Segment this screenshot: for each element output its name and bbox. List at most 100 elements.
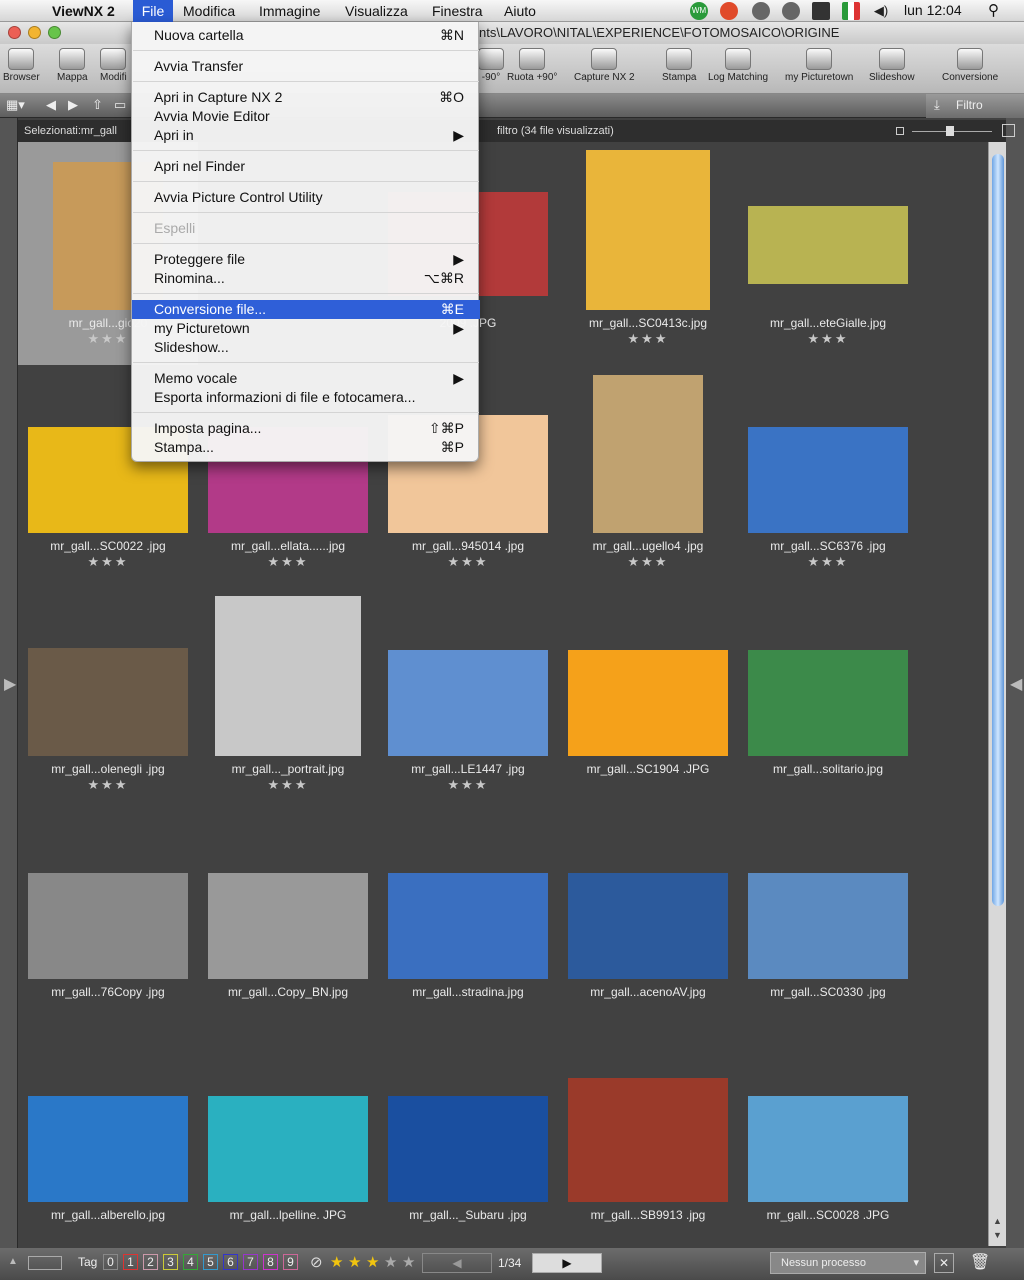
vertical-scrollbar[interactable]: ▲ ▼ <box>988 142 1006 1246</box>
next-page-button[interactable]: ▶ <box>532 1253 602 1273</box>
menu-item-2[interactable]: Apri in Capture NX 2 ⌘O <box>132 88 480 107</box>
thumbnail-image[interactable] <box>748 206 908 284</box>
folder-icon[interactable]: ▭ <box>114 97 126 113</box>
zoom-icon[interactable] <box>48 26 61 39</box>
menu-item-11[interactable]: my Picturetown ▶ <box>132 319 480 338</box>
rating-star-3-icon[interactable]: ★ <box>366 1253 379 1271</box>
rating-stars[interactable]: ★★★ <box>198 554 378 570</box>
toolbar-button-6[interactable]: Stampa <box>662 48 696 83</box>
thumbnail-cell[interactable]: mr_gall..._portrait.jpg ★★★ <box>198 588 378 811</box>
thumbnail-cell[interactable]: mr_gall...ugello4 .jpg ★★★ <box>558 365 738 588</box>
tag-9[interactable]: 9 <box>283 1254 298 1270</box>
toolbar-button-9[interactable]: Slideshow <box>869 48 915 83</box>
filter-label[interactable]: Filtro <box>956 98 983 112</box>
menu-item-9[interactable]: Rinomina... ⌥⌘R <box>132 269 480 288</box>
display-icon[interactable] <box>812 2 830 20</box>
menu-visualizza[interactable]: Visualizza <box>345 2 408 20</box>
thumbnail-cell[interactable]: mr_gall...SB9913 .jpg <box>558 1034 738 1246</box>
toolbar-button-8[interactable]: my Picturetown <box>785 48 853 83</box>
prev-page-button[interactable]: ◀ <box>422 1253 492 1273</box>
menu-item-4[interactable]: Apri in ▶ <box>132 126 480 145</box>
menu-file[interactable]: File <box>133 0 173 22</box>
sync-icon[interactable] <box>752 2 770 20</box>
left-panel-toggle[interactable]: ▶ <box>0 118 18 1248</box>
thumbnail-cell[interactable]: mr_gall...SC0028 .JPG <box>738 1034 918 1246</box>
thumbnail-cell[interactable]: mr_gall...olenegli .jpg ★★★ <box>18 588 198 811</box>
menu-item-3[interactable]: Avvia Movie Editor <box>132 107 480 126</box>
thumbnail-image[interactable] <box>208 873 368 979</box>
thumbnail-image[interactable] <box>388 1096 548 1202</box>
back-arrow-icon[interactable]: ◀ <box>46 97 56 113</box>
thumbnail-image[interactable] <box>748 427 908 533</box>
thumbnail-image[interactable] <box>593 375 703 533</box>
rating-stars[interactable]: ★★★ <box>18 554 198 570</box>
toolbar-button-3[interactable]: -90° <box>478 48 504 83</box>
menu-aiuto[interactable]: Aiuto <box>504 2 536 20</box>
thumbnail-image[interactable] <box>568 1078 728 1202</box>
scroll-thumb[interactable] <box>992 154 1004 906</box>
thumbnail-image[interactable] <box>748 873 908 979</box>
tag-0[interactable]: 0 <box>103 1254 118 1270</box>
menu-item-14[interactable]: Esporta informazioni di file e fotocamer… <box>132 388 480 407</box>
tag-6[interactable]: 6 <box>223 1254 238 1270</box>
menu-item-13[interactable]: Memo vocale ▶ <box>132 369 480 388</box>
thumbnail-image[interactable] <box>28 648 188 756</box>
thumbnail-cell[interactable]: mr_gall...solitario.jpg <box>738 588 918 811</box>
tag-3[interactable]: 3 <box>163 1254 178 1270</box>
rating-stars[interactable]: ★★★ <box>18 777 198 793</box>
menu-item-15[interactable]: Imposta pagina... ⇧⌘P <box>132 419 480 438</box>
close-icon[interactable] <box>8 26 21 39</box>
thumbnail-image[interactable] <box>215 596 361 756</box>
thumbnail-image[interactable] <box>28 873 188 979</box>
thumbnail-image[interactable] <box>568 650 728 756</box>
time-machine-icon[interactable] <box>782 2 800 20</box>
wm-tray-icon[interactable]: WM <box>690 2 708 20</box>
flag-icon[interactable] <box>842 2 860 20</box>
rating-stars[interactable]: ★★★ <box>558 554 738 570</box>
toolbar-button-5[interactable]: Capture NX 2 <box>574 48 635 83</box>
tag-8[interactable]: 8 <box>263 1254 278 1270</box>
volume-icon[interactable]: ◀) <box>872 2 890 20</box>
thumbnail-cell[interactable]: mr_gall...lpelline. JPG <box>198 1034 378 1246</box>
thumbnail-cell[interactable]: mr_gall...76Copy .jpg <box>18 811 198 1034</box>
rating-stars[interactable]: ★★★ <box>738 331 918 347</box>
toolbar-button-2[interactable]: Modifi <box>100 48 127 83</box>
toolbar-button-0[interactable]: Browser <box>3 48 40 83</box>
thumbnail-cell[interactable]: mr_gall...alberello.jpg <box>18 1034 198 1246</box>
thumbnail-cell[interactable]: mr_gall...stradina.jpg <box>378 811 558 1034</box>
thumbnail-cell[interactable]: mr_gall...SC6376 .jpg ★★★ <box>738 365 918 588</box>
menu-item-10[interactable]: Conversione file... ⌘E <box>132 300 480 319</box>
clock[interactable]: lun 12:04 <box>904 2 962 18</box>
menu-immagine[interactable]: Immagine <box>259 2 320 20</box>
forward-arrow-icon[interactable]: ▶ <box>68 97 78 113</box>
thumbnail-cell[interactable]: mr_gall...SC0413c.jpg ★★★ <box>558 142 738 365</box>
menu-item-1[interactable]: Avvia Transfer <box>132 57 480 76</box>
rating-stars[interactable]: ★★★ <box>738 554 918 570</box>
thumbnail-image[interactable] <box>748 1096 908 1202</box>
toolbar-button-1[interactable]: Mappa <box>57 48 88 83</box>
menu-modifica[interactable]: Modifica <box>183 2 235 20</box>
thumbnail-image[interactable] <box>568 873 728 979</box>
thumbnail-cell[interactable]: mr_gall...eteGialle.jpg ★★★ <box>738 142 918 365</box>
thumbnail-image[interactable] <box>388 873 548 979</box>
menu-item-0[interactable]: Nuova cartella ⌘N <box>132 26 480 45</box>
download-icon[interactable]: ⤓ <box>934 97 940 113</box>
menu-item-8[interactable]: Proteggere file ▶ <box>132 250 480 269</box>
menu-item-12[interactable]: Slideshow... <box>132 338 480 357</box>
rating-star-5-icon[interactable]: ★ <box>402 1253 415 1271</box>
menu-item-6[interactable]: Avvia Picture Control Utility <box>132 188 480 207</box>
no-rating-icon[interactable]: ⊘ <box>310 1253 323 1271</box>
process-select[interactable]: Nessun processo ▾ <box>770 1252 926 1274</box>
thumbnail-image[interactable] <box>388 650 548 756</box>
rating-star-4-icon[interactable]: ★ <box>384 1253 397 1271</box>
thumbnail-image[interactable] <box>586 150 710 310</box>
folder-up-icon[interactable]: ⇧ <box>92 97 103 113</box>
scroll-up-icon[interactable]: ▲ <box>993 1216 1002 1226</box>
thumbnail-cell[interactable]: mr_gall...SC0330 .jpg <box>738 811 918 1034</box>
rating-stars[interactable]: ★★★ <box>378 554 558 570</box>
rating-star-2-icon[interactable]: ★ <box>348 1253 361 1271</box>
scroll-down-icon[interactable]: ▼ <box>993 1230 1002 1240</box>
right-panel-toggle[interactable]: ◀ <box>1006 118 1024 1248</box>
colorsync-icon[interactable] <box>720 2 738 20</box>
tag-2[interactable]: 2 <box>143 1254 158 1270</box>
